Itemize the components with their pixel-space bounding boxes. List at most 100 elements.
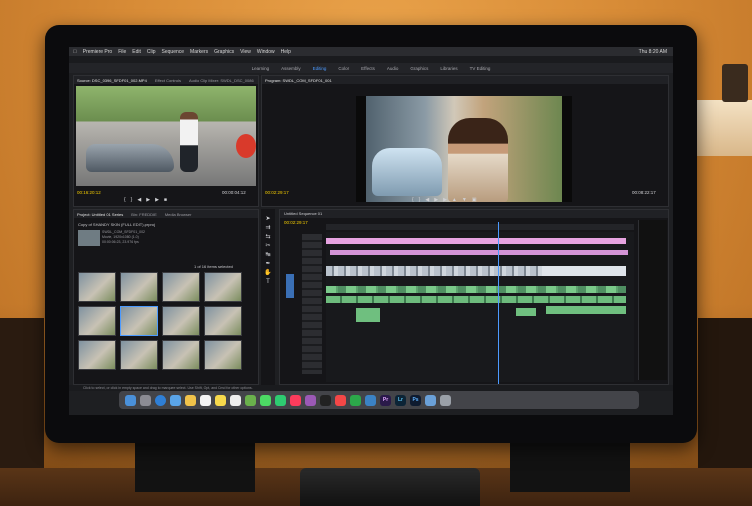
workspace-tv-editing[interactable]: TV Editing xyxy=(470,66,491,71)
prog-play-icon[interactable]: ▶ xyxy=(434,197,438,203)
target-track-indicator[interactable] xyxy=(286,274,294,298)
menu-help[interactable]: Help xyxy=(281,49,291,55)
launchpad-icon[interactable] xyxy=(140,394,151,406)
clip-thumbnail[interactable] xyxy=(162,272,200,302)
trash-icon[interactable] xyxy=(440,394,451,406)
numbers-icon[interactable] xyxy=(350,394,361,406)
workspace-libraries[interactable]: Libraries xyxy=(440,66,457,71)
track-area[interactable] xyxy=(326,232,634,382)
tab-bin-freddie[interactable]: Bin: FREDDIE xyxy=(131,212,157,217)
menu-view[interactable]: View xyxy=(240,49,251,55)
clip-thumbnail[interactable] xyxy=(78,306,116,336)
audio-clip-green[interactable] xyxy=(326,286,626,293)
apple-icon[interactable]:  xyxy=(73,49,77,55)
workspace-assembly[interactable]: Assembly xyxy=(281,66,301,71)
menu-sequence[interactable]: Sequence xyxy=(162,49,185,55)
safari-icon[interactable] xyxy=(155,394,166,406)
tab-project[interactable]: Project: Untitled 01 Series xyxy=(77,212,123,217)
audio-clip-green[interactable] xyxy=(546,306,626,314)
clip-thumbnail[interactable] xyxy=(204,306,242,336)
podcasts-icon[interactable] xyxy=(305,394,316,406)
clip-thumbnail[interactable] xyxy=(162,306,200,336)
clip-thumbnail[interactable] xyxy=(78,340,116,370)
workspace-effects[interactable]: Effects xyxy=(361,66,375,71)
prog-extract-icon[interactable]: ▼ xyxy=(462,197,467,203)
menu-clip[interactable]: Clip xyxy=(147,49,156,55)
menu-markers[interactable]: Markers xyxy=(190,49,208,55)
premiere-icon[interactable]: Pr xyxy=(380,394,391,406)
audio-clip-green[interactable] xyxy=(356,308,380,322)
timeline-timecode[interactable]: 00:02:29:17 xyxy=(284,220,308,225)
play-icon[interactable]: ▶ xyxy=(146,197,150,203)
menu-file[interactable]: File xyxy=(118,49,126,55)
prog-lift-icon[interactable]: ▲ xyxy=(452,197,457,203)
keynote-icon[interactable] xyxy=(365,394,376,406)
tab-audio-clip-mixer[interactable]: Audio Clip Mixer: SWDL_DSC_0086 xyxy=(189,78,254,83)
audio-clip-green[interactable] xyxy=(516,308,536,316)
maps-icon[interactable] xyxy=(245,394,256,406)
source-video-frame[interactable] xyxy=(76,86,256,186)
track-header-column[interactable] xyxy=(302,234,322,374)
prog-camera-icon[interactable]: ▣ xyxy=(472,197,477,203)
hand-tool-icon[interactable]: ✋ xyxy=(261,269,275,278)
ripple-edit-icon[interactable]: ⇆ xyxy=(261,233,275,242)
clip-thumbnail[interactable] xyxy=(120,340,158,370)
workspace-editing[interactable]: Editing xyxy=(313,66,327,71)
video-clip-pink[interactable] xyxy=(326,238,626,244)
source-timecode[interactable]: 00:16:20:12 xyxy=(77,190,101,195)
video-clip-white[interactable] xyxy=(542,266,626,276)
photoshop-icon[interactable]: Ps xyxy=(410,394,421,406)
tab-media-browser[interactable]: Media Browser xyxy=(165,212,192,217)
track-select-icon[interactable]: ⇉ xyxy=(261,224,275,233)
reminders-icon[interactable] xyxy=(230,394,241,406)
prog-mark-in-icon[interactable]: { xyxy=(412,197,414,203)
news-icon[interactable] xyxy=(335,394,346,406)
clip-thumbnail[interactable] xyxy=(162,340,200,370)
mail-icon[interactable] xyxy=(170,394,181,406)
workspace-graphics[interactable]: Graphics xyxy=(410,66,428,71)
video-clip-pink[interactable] xyxy=(330,250,628,255)
workspace-learning[interactable]: Learning xyxy=(252,66,270,71)
menu-edit[interactable]: Edit xyxy=(132,49,141,55)
lightroom-icon[interactable]: Lr xyxy=(395,394,406,406)
messages-icon[interactable] xyxy=(260,394,271,406)
finder-icon[interactable] xyxy=(125,394,136,406)
mark-out-icon[interactable]: } xyxy=(131,197,133,203)
razor-tool-icon[interactable]: ✂ xyxy=(261,242,275,251)
clip-thumbnail[interactable] xyxy=(78,272,116,302)
prog-step-forward-icon[interactable]: ▶ xyxy=(443,197,447,203)
clip-thumbnail[interactable] xyxy=(120,306,158,336)
tab-program[interactable]: Program: SWDL_COM_SFDF01_001 xyxy=(265,78,332,83)
facetime-icon[interactable] xyxy=(275,394,286,406)
audio-clip-green[interactable] xyxy=(326,296,626,303)
workspace-audio[interactable]: Audio xyxy=(387,66,399,71)
menu-window[interactable]: Window xyxy=(257,49,275,55)
program-timecode[interactable]: 00:02:29:17 xyxy=(265,190,289,195)
insert-icon[interactable]: ■ xyxy=(164,197,167,203)
calendar-icon[interactable] xyxy=(200,394,211,406)
photos-icon[interactable] xyxy=(185,394,196,406)
tab-effect-controls[interactable]: Effect Controls xyxy=(155,78,181,83)
clip-thumbnail[interactable] xyxy=(120,272,158,302)
clip-thumbnail[interactable] xyxy=(204,272,242,302)
prog-mark-out-icon[interactable]: } xyxy=(419,197,421,203)
music-icon[interactable] xyxy=(290,394,301,406)
notes-icon[interactable] xyxy=(215,394,226,406)
slip-tool-icon[interactable]: ↹ xyxy=(261,251,275,260)
clip-thumbnail[interactable] xyxy=(204,340,242,370)
mark-in-icon[interactable]: { xyxy=(124,197,126,203)
step-forward-icon[interactable]: ▶ xyxy=(155,197,159,203)
selection-tool-icon[interactable]: ➤ xyxy=(261,215,275,224)
workspace-color[interactable]: Color xyxy=(338,66,349,71)
menu-graphics[interactable]: Graphics xyxy=(214,49,234,55)
time-ruler[interactable] xyxy=(326,224,634,230)
menu-app-name[interactable]: Premiere Pro xyxy=(83,49,112,55)
tv-icon[interactable] xyxy=(320,394,331,406)
prog-step-back-icon[interactable]: ◀ xyxy=(425,197,429,203)
playhead[interactable] xyxy=(498,222,499,384)
downloads-icon[interactable] xyxy=(425,394,436,406)
tab-source[interactable]: Source: DSC_0396_SFDF01_002.MP4 xyxy=(77,78,147,83)
timeline-tab[interactable]: Untitled Sequence 01 xyxy=(280,210,668,218)
program-video-frame[interactable] xyxy=(366,96,562,202)
type-tool-icon[interactable]: T xyxy=(261,278,275,287)
